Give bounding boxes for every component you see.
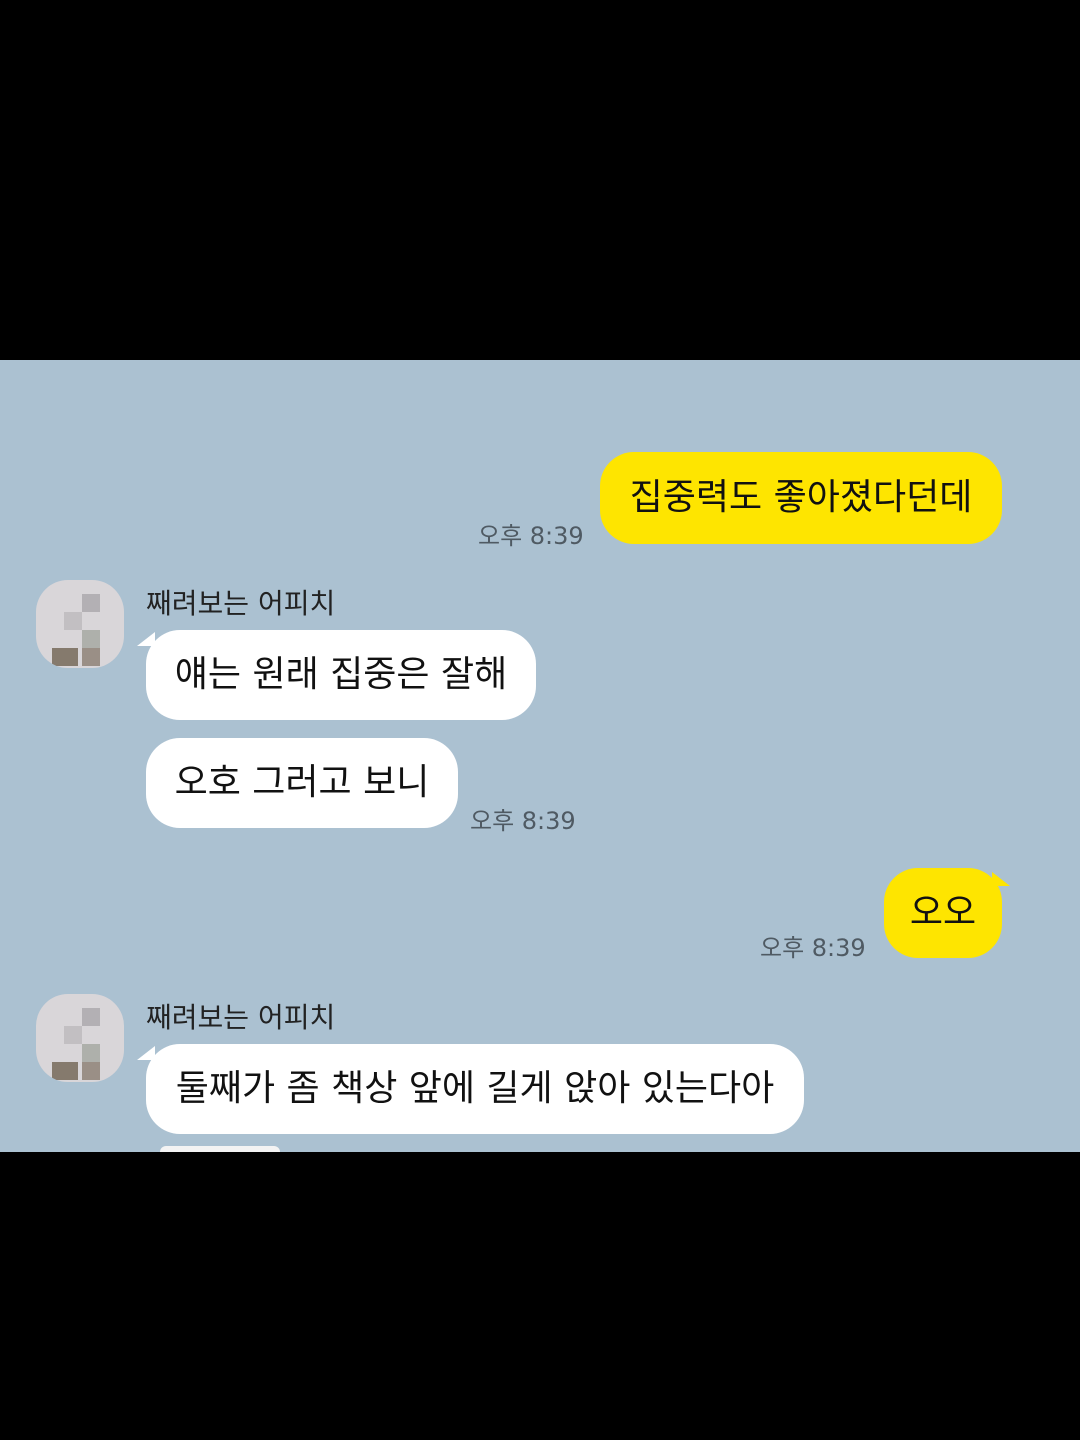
avatar-pixel [64, 1026, 82, 1044]
screenshot-frame: 오후 8:39 집중력도 좋아졌다던데 째려보는 어피치 얘는 원래 집중은 잘… [0, 0, 1080, 1440]
message-time: 오후 8:39 [760, 934, 866, 962]
avatar-pixel [82, 594, 100, 612]
my-message-bubble[interactable]: 오오 [884, 868, 1002, 958]
next-message-bubble-edge [160, 1146, 280, 1152]
avatar-pixel [82, 648, 100, 666]
avatar-pixel [64, 612, 82, 630]
my-message-bubble[interactable]: 집중력도 좋아졌다던데 [600, 452, 1002, 544]
avatar-pixel [82, 1044, 100, 1062]
profile-avatar[interactable] [36, 580, 124, 668]
their-message-bubble[interactable]: 얘는 원래 집중은 잘해 [146, 630, 536, 720]
sender-name: 째려보는 어피치 [146, 1001, 336, 1034]
sender-name: 째려보는 어피치 [146, 587, 336, 620]
message-time: 오후 8:39 [470, 807, 576, 835]
avatar-pixel [52, 1062, 78, 1080]
avatar-pixel [82, 1062, 100, 1080]
avatar-pixel [52, 648, 78, 666]
profile-avatar[interactable] [36, 994, 124, 1082]
avatar-pixel [82, 1008, 100, 1026]
avatar-pixel [82, 630, 100, 648]
chat-room[interactable]: 오후 8:39 집중력도 좋아졌다던데 째려보는 어피치 얘는 원래 집중은 잘… [0, 360, 1080, 1152]
their-message-bubble[interactable]: 오호 그러고 보니 [146, 738, 458, 828]
their-message-bubble[interactable]: 둘째가 좀 책상 앞에 길게 앉아 있는다아 [146, 1044, 804, 1134]
message-time: 오후 8:39 [478, 522, 584, 550]
